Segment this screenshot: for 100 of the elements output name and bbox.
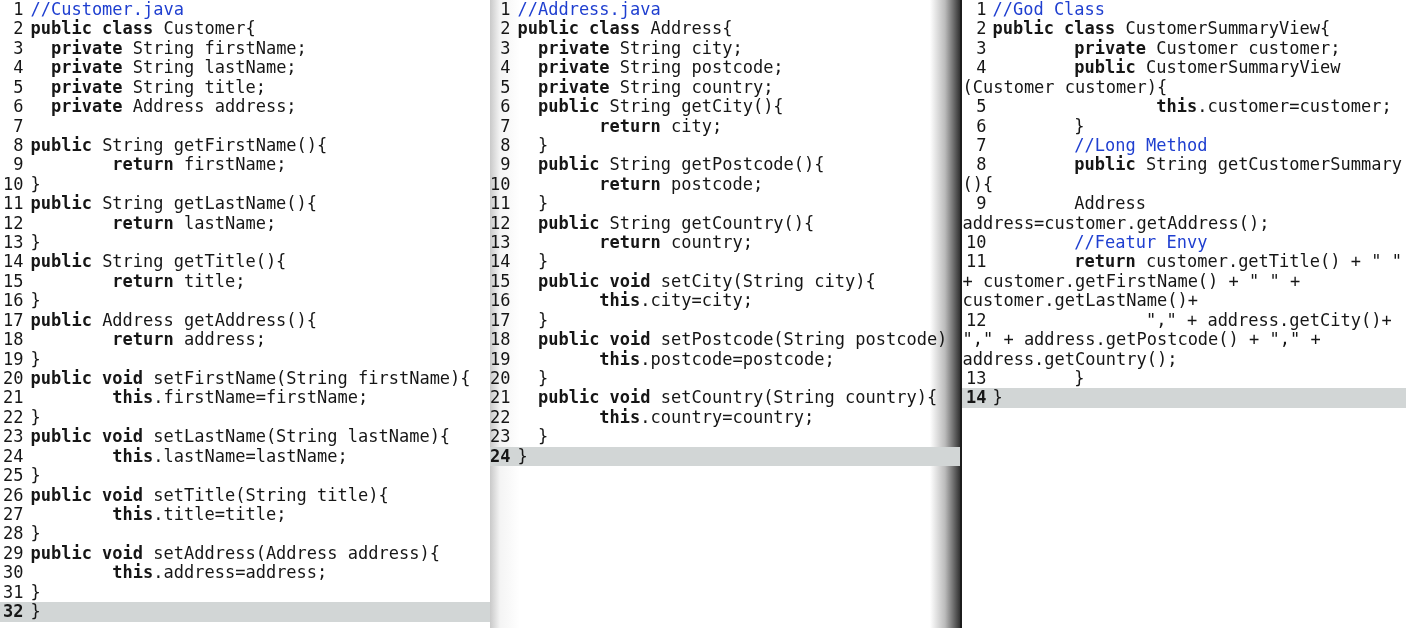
- line-number: 11: [490, 194, 511, 214]
- line-number: 18: [3, 330, 24, 350]
- line-number: 32: [3, 602, 24, 622]
- code-line: private String postcode;: [536, 58, 784, 78]
- line-number: 30: [3, 563, 24, 583]
- line-number: 5: [12, 77, 24, 98]
- code-line: this.city=city;: [598, 291, 753, 311]
- code-comment: //Featur Envy: [1074, 233, 1208, 253]
- line-number: 27: [3, 504, 24, 525]
- code-line: public String getTitle(){: [30, 252, 287, 272]
- code-comment: //Customer.java: [30, 0, 184, 20]
- line-number: 6: [12, 97, 24, 117]
- line-number: 8: [12, 135, 24, 156]
- line-number: 10: [3, 174, 24, 195]
- line-number: 5: [499, 77, 511, 98]
- code-line: }: [30, 291, 41, 311]
- code-line: "," + address.getPostcode() + "," +: [962, 330, 1321, 350]
- code-line: public void setLastName(String lastName){: [30, 427, 451, 447]
- line-number: 17: [490, 310, 511, 331]
- code-line: return country;: [598, 233, 753, 253]
- line-number: 14: [966, 388, 987, 408]
- line-number: 3: [12, 38, 24, 59]
- line-number: 4: [499, 58, 511, 78]
- code-line: this.customer=customer;: [1155, 97, 1392, 117]
- line-number: 18: [490, 330, 511, 350]
- code-line: this.address=address;: [111, 563, 328, 583]
- line-number: 12: [966, 310, 987, 331]
- code-line: "," + address.getCity()+: [1146, 310, 1392, 331]
- line-number: 13: [3, 233, 24, 253]
- line-number: 7: [12, 116, 24, 136]
- line-number: 2: [12, 19, 24, 39]
- line-number: 22: [490, 407, 511, 428]
- line-number: 7: [975, 135, 987, 156]
- code-line: this.postcode=postcode;: [598, 349, 835, 369]
- line-number: 26: [3, 485, 24, 505]
- code-line: public String getCustomerSummary: [1073, 155, 1402, 175]
- code-line: }: [30, 349, 41, 369]
- code-comment: //God Class: [992, 0, 1106, 19]
- line-number: 11: [966, 252, 987, 272]
- code-line: private String title;: [49, 77, 266, 98]
- code-line: public class CustomerSummaryView{: [992, 19, 1331, 39]
- code-line: (Customer customer){: [962, 77, 1168, 97]
- line-number: 19: [490, 349, 511, 369]
- code-line: }: [536, 252, 549, 272]
- line-number: 3: [975, 38, 987, 59]
- code-line: private String firstName;: [50, 38, 307, 59]
- code-line: }: [536, 369, 549, 388]
- line-number: 7: [499, 116, 511, 136]
- line-number: 2: [975, 19, 987, 39]
- code-line: return lastName;: [112, 213, 277, 234]
- line-number: 4: [975, 58, 987, 78]
- code-line: return customer.getTitle() + " ": [1073, 252, 1402, 272]
- line-number: 4: [12, 58, 24, 78]
- line-number: 21: [3, 388, 24, 408]
- code-line: public Address getAddress(){: [30, 310, 318, 331]
- code-line: public String getCountry(){: [536, 213, 815, 234]
- line-number: 17: [3, 310, 24, 331]
- code-line: address=customer.getAddress();: [962, 213, 1270, 234]
- code-comment: //Long Method: [1073, 135, 1208, 156]
- line-number: 14: [3, 252, 24, 272]
- code-line: public void setPostcode(String postcode): [536, 330, 948, 350]
- code-line: this.firstName=firstName;: [111, 388, 369, 408]
- code-line: public String getLastName(){: [30, 194, 318, 214]
- code-line: return title;: [112, 271, 246, 292]
- line-number: 20: [490, 369, 511, 389]
- code-line: }: [536, 310, 549, 330]
- line-number: 8: [975, 155, 987, 175]
- code-line: return firstName;: [112, 155, 287, 175]
- code-line: private String city;: [537, 38, 743, 59]
- line-number: 28: [3, 524, 24, 544]
- line-number: 10: [490, 174, 511, 195]
- line-number: 12: [490, 213, 511, 234]
- code-line: private Customer customer;: [1073, 38, 1341, 59]
- code-line: public CustomerSummaryView: [1073, 58, 1341, 78]
- code-line: }: [30, 174, 41, 194]
- line-number: 22: [3, 407, 24, 428]
- code-line: }: [30, 524, 41, 544]
- code-line: public void setCountry(String country){: [536, 388, 938, 408]
- line-number: 9: [12, 155, 24, 175]
- code-line: public class Address{: [517, 19, 733, 39]
- code-line: customer.getLastName()+: [962, 291, 1198, 311]
- line-number: 31: [3, 582, 24, 603]
- code-line: public void setFirstName(String firstName){: [30, 369, 471, 388]
- code-line: }: [992, 388, 1003, 408]
- code-line: Address: [1073, 194, 1147, 214]
- code-line: return address;: [111, 330, 266, 350]
- line-number: 5: [975, 97, 987, 117]
- line-number: 14: [490, 252, 511, 272]
- line-number: 3: [499, 38, 511, 59]
- code-line: this.lastName=lastName;: [111, 446, 348, 467]
- code-line: public class Customer{: [30, 19, 256, 39]
- code-line: this.country=country;: [598, 407, 815, 428]
- line-number: 9: [975, 194, 987, 214]
- code-line: public String getPostcode(){: [536, 155, 825, 175]
- line-number: 23: [490, 427, 511, 447]
- code-line: }: [1073, 116, 1085, 136]
- line-number: 13: [966, 369, 987, 389]
- line-number: 13: [490, 233, 511, 253]
- line-number: 19: [3, 349, 24, 369]
- line-number: 9: [499, 155, 511, 175]
